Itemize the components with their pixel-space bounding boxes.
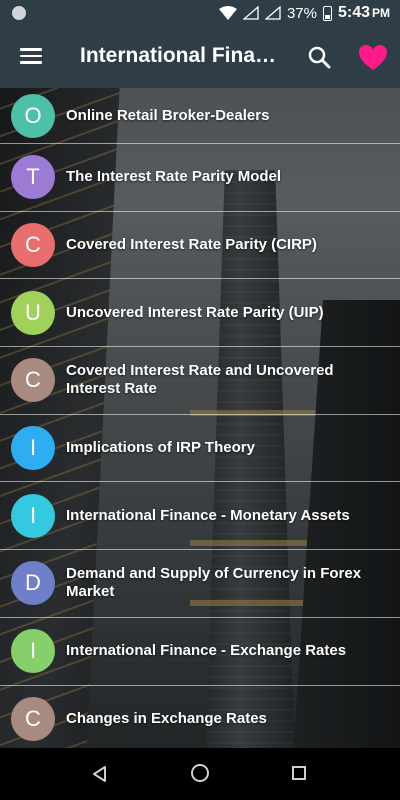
home-circle-icon[interactable]: [191, 764, 209, 782]
page-title: International Finance: [80, 44, 285, 67]
letter-avatar: U: [11, 290, 55, 335]
list-item[interactable]: I International Finance - Exchange Rates: [0, 618, 400, 686]
list-item[interactable]: U Uncovered Interest Rate Parity (UIP): [0, 279, 400, 348]
hamburger-menu-icon[interactable]: [14, 44, 48, 72]
letter-avatar: C: [11, 223, 55, 268]
list-item-label: Implications of IRP Theory: [66, 439, 255, 457]
status-bar: 37% 5:43 PM: [0, 0, 400, 28]
list-item[interactable]: C Covered Interest Rate and Uncovered Int…: [0, 347, 400, 415]
heart-icon[interactable]: [358, 44, 388, 72]
wifi-icon: [218, 6, 237, 20]
letter-avatar: I: [11, 493, 55, 538]
app-toolbar: International Finance: [0, 28, 400, 88]
letter-avatar: D: [11, 561, 55, 606]
list-item[interactable]: C Changes in Exchange Rates: [0, 686, 400, 749]
list-item-label: International Finance - Monetary Assets: [66, 506, 350, 524]
list-item-label: Changes in Exchange Rates: [66, 709, 267, 727]
signal-icon: [264, 6, 281, 20]
letter-avatar: I: [11, 629, 55, 674]
list-item[interactable]: D Demand and Supply of Currency in Forex …: [0, 550, 400, 618]
list-item[interactable]: O Online Retail Broker-Dealers: [0, 88, 400, 144]
clock-ampm: PM: [372, 6, 390, 20]
list-item-label: Demand and Supply of Currency in Forex M…: [66, 565, 362, 601]
list-item[interactable]: T The Interest Rate Parity Model: [0, 144, 400, 212]
letter-avatar: I: [11, 426, 55, 471]
recents-square-icon[interactable]: [292, 766, 306, 780]
letter-avatar: C: [11, 358, 55, 403]
battery-icon: [322, 5, 332, 21]
list-item-label: Covered Interest Rate Parity (CIRP): [66, 236, 317, 254]
list-item-label: International Finance - Exchange Rates: [66, 642, 347, 660]
list-item-label: Online Retail Broker-Dealers: [66, 106, 270, 124]
search-icon[interactable]: [306, 44, 334, 72]
list-item-label: Covered Interest Rate and Uncovered Inte…: [66, 362, 334, 398]
notification-dot-icon: [12, 6, 26, 20]
list-item[interactable]: C Covered Interest Rate Parity (CIRP): [0, 212, 400, 280]
letter-avatar: C: [11, 696, 55, 741]
clock: 5:43 PM: [338, 4, 390, 22]
list-item[interactable]: I International Finance - Monetary Assets: [0, 482, 400, 551]
letter-avatar: O: [11, 93, 55, 138]
clock-time: 5:43: [337, 4, 370, 21]
list-item-label: The Interest Rate Parity Model: [66, 168, 282, 186]
navigation-bar: [0, 748, 400, 800]
battery-percent: 37%: [286, 4, 317, 22]
letter-avatar: T: [11, 155, 55, 200]
back-triangle-icon[interactable]: [90, 764, 110, 784]
topic-list: O Online Retail Broker-Dealers T The Intere…: [0, 88, 400, 748]
signal-icon: [242, 6, 259, 20]
list-item[interactable]: I Implications of IRP Theory: [0, 415, 400, 483]
list-item-label: Uncovered Interest Rate Parity (UIP): [66, 303, 324, 321]
